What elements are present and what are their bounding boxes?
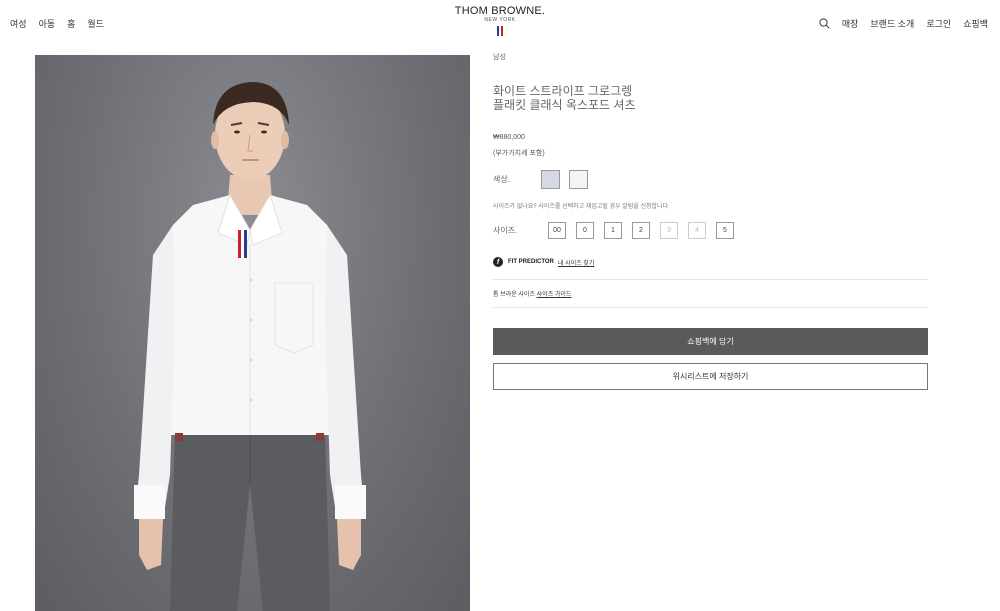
color-label: 색상.: [493, 175, 510, 184]
color-swatch-lightblue[interactable]: [541, 170, 560, 189]
nav-item-shopping-bag[interactable]: 쇼핑백: [963, 17, 988, 30]
size-option-1[interactable]: 1: [604, 222, 622, 239]
size-selector: 사이즈. 00 0 1 2 3 4 5: [493, 222, 928, 239]
top-navigation: 여성 아동 홈 월드 THOM BROWNE. NEW YORK 매장 브랜드 …: [0, 0, 1000, 46]
add-to-bag-button[interactable]: 쇼핑백에 담기: [493, 328, 928, 355]
product-image[interactable]: [35, 55, 470, 611]
nav-item-login[interactable]: 로그인: [926, 17, 951, 30]
size-option-0[interactable]: 0: [576, 222, 594, 239]
size-label: 사이즈.: [493, 226, 518, 235]
divider: [493, 307, 928, 308]
fit-predictor: f FIT PREDICTOR 내 사이즈 찾기: [493, 257, 928, 267]
search-icon[interactable]: [819, 18, 830, 29]
product-category[interactable]: 남성: [493, 52, 928, 62]
product-title-line2: 플래킷 클래식 옥스포드 셔츠: [493, 98, 636, 112]
find-my-size-link[interactable]: 내 사이즈 찾기: [558, 258, 594, 267]
size-guide-link[interactable]: 사이즈 가이드: [537, 292, 572, 298]
product-price: ₩880,000: [493, 134, 525, 141]
size-guide-prefix: 톰 브라운 사이즈: [493, 292, 535, 298]
flag-stripe-red: [501, 26, 503, 36]
size-option-2[interactable]: 2: [632, 222, 650, 239]
size-option-5[interactable]: 5: [716, 222, 734, 239]
color-selector: 색상.: [493, 170, 928, 189]
product-title: 화이트 스트라이프 그로그렝 플래킷 클래식 옥스포드 셔츠: [493, 84, 928, 112]
save-to-wishlist-button[interactable]: 위시리스트에 저장하기: [493, 363, 928, 390]
utility-nav: 매장 브랜드 소개 로그인 쇼핑백: [819, 17, 988, 30]
nav-item-stores[interactable]: 매장: [842, 17, 859, 30]
size-option-00[interactable]: 00: [548, 222, 566, 239]
brand-name: THOM BROWNE.: [454, 5, 546, 17]
size-restock-note: 사이즈가 없나요? 사이즈를 선택하고 재입고될 경우 알림을 신청합니다: [493, 204, 669, 210]
tricolor-flag-icon: [497, 26, 503, 36]
fit-predictor-label: FIT PREDICTOR: [508, 259, 554, 265]
product-title-line1: 화이트 스트라이프 그로그렝: [493, 84, 633, 98]
size-option-3[interactable]: 3: [660, 222, 678, 239]
size-option-4[interactable]: 4: [688, 222, 706, 239]
color-swatch-white[interactable]: [569, 170, 588, 189]
fit-predictor-icon: f: [493, 257, 503, 267]
nav-item-about-brand[interactable]: 브랜드 소개: [870, 17, 914, 30]
vat-note: (부가가치세 포함): [493, 150, 545, 157]
product-info-panel: 남성 화이트 스트라이프 그로그렝 플래킷 클래식 옥스포드 셔츠 ₩880,0…: [493, 52, 928, 390]
size-guide-row: 톰 브라운 사이즈 사이즈 가이드: [493, 280, 928, 307]
model-wearing-shirt-illustration: [134, 82, 366, 611]
